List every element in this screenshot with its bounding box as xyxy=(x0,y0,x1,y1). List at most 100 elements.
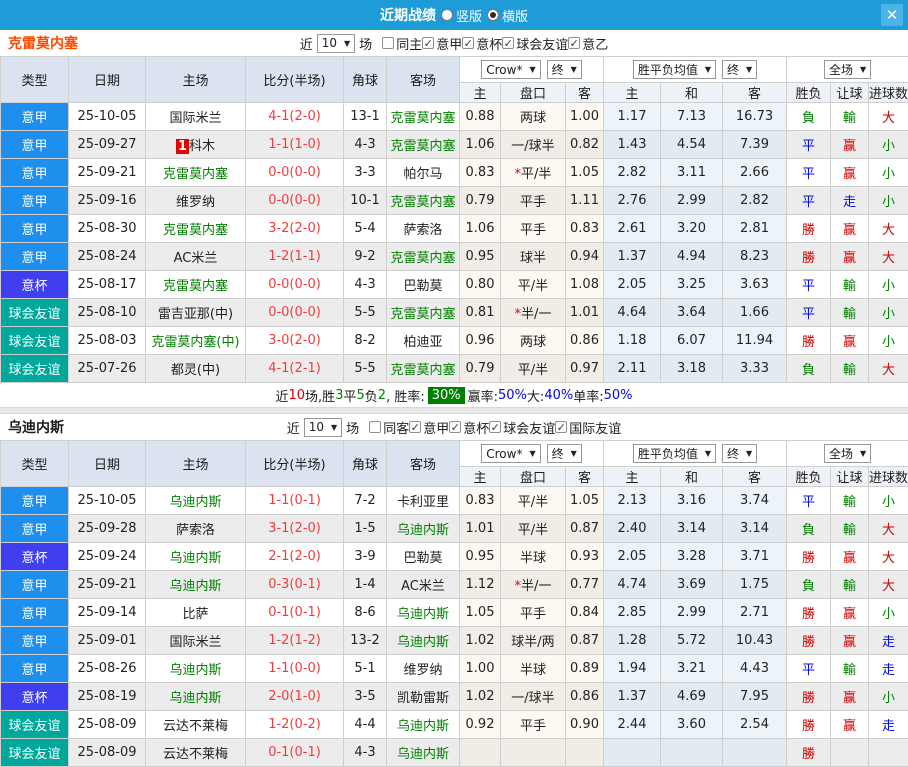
wdl-result-cell: 負 xyxy=(787,571,831,599)
away-team-cell[interactable]: AC米兰 xyxy=(387,571,460,599)
corner-cell: 3-9 xyxy=(344,543,387,571)
bookmaker-select[interactable]: Crow* ▼ xyxy=(481,60,540,79)
avg-odds-select[interactable]: 胜平负均值 ▼ xyxy=(633,444,716,463)
away-team-cell[interactable]: 卡利亚里 xyxy=(387,487,460,515)
filter-checkbox-意甲[interactable]: ✓意甲 xyxy=(409,418,449,437)
avg-home-cell: 1.43 xyxy=(604,131,661,159)
away-team-cell[interactable]: 克雷莫内塞 xyxy=(387,187,460,215)
away-team-cell[interactable]: 乌迪内斯 xyxy=(387,739,460,767)
away-odds-cell: 0.90 xyxy=(566,711,604,739)
date-cell: 25-08-26 xyxy=(69,655,146,683)
away-team-cell[interactable]: 克雷莫内塞 xyxy=(387,131,460,159)
away-team-cell[interactable]: 维罗纳 xyxy=(387,655,460,683)
away-team-cell[interactable]: 凯勒雷斯 xyxy=(387,683,460,711)
away-team-cell[interactable]: 乌迪内斯 xyxy=(387,627,460,655)
match-count-select[interactable]: 10 ▼ xyxy=(317,34,355,53)
home-team-cell[interactable]: 云达不莱梅 xyxy=(146,739,246,767)
col-header-corner: 角球 xyxy=(344,441,387,487)
summary-segment: 40% xyxy=(544,388,573,403)
home-team-cell[interactable]: 乌迪内斯 xyxy=(146,543,246,571)
home-team-cell[interactable]: 克雷莫内塞 xyxy=(146,271,246,299)
scope-select[interactable]: 全场 ▼ xyxy=(824,444,871,463)
filter-checkbox-意杯[interactable]: ✓意杯 xyxy=(462,34,502,53)
home-team-cell[interactable]: 雷吉亚那(中) xyxy=(146,299,246,327)
layout-radio-vertical[interactable]: 竖版 xyxy=(441,6,482,25)
away-team-cell[interactable]: 克雷莫内塞 xyxy=(387,355,460,383)
filter-checkbox-球会友谊[interactable]: ✓球会友谊 xyxy=(489,418,555,437)
col-header-away: 客场 xyxy=(387,57,460,103)
close-icon[interactable]: ✕ xyxy=(881,4,903,26)
filter-checkbox-球会友谊[interactable]: ✓球会友谊 xyxy=(502,34,568,53)
col-header-home: 主场 xyxy=(146,441,246,487)
handicap-result-cell: 赢 xyxy=(831,543,869,571)
avg-draw-cell: 4.69 xyxy=(661,683,723,711)
home-team-cell[interactable]: 乌迪内斯 xyxy=(146,683,246,711)
home-team-cell[interactable]: 克雷莫内塞(中) xyxy=(146,327,246,355)
home-team-cell[interactable]: AC米兰 xyxy=(146,243,246,271)
home-team-cell[interactable]: 国际米兰 xyxy=(146,103,246,131)
home-team-cell[interactable]: 乌迪内斯 xyxy=(146,655,246,683)
filter-checkbox-label: 意杯 xyxy=(463,418,489,437)
away-team-cell[interactable]: 乌迪内斯 xyxy=(387,515,460,543)
away-team-cell[interactable]: 柏迪亚 xyxy=(387,327,460,355)
filter-checkbox-意杯[interactable]: ✓意杯 xyxy=(449,418,489,437)
avg-draw-cell: 7.13 xyxy=(661,103,723,131)
checked-checkbox-icon: ✓ xyxy=(568,37,580,49)
table-row: 意甲25-09-21乌迪内斯0-3(0-1)1-4AC米兰1.12*半/一0.7… xyxy=(1,571,908,599)
away-team-cell[interactable]: 乌迪内斯 xyxy=(387,711,460,739)
filter-checkbox-意甲[interactable]: ✓意甲 xyxy=(422,34,462,53)
avg-home-cell xyxy=(604,739,661,767)
corner-cell: 4-3 xyxy=(344,739,387,767)
avg-final-select[interactable]: 终 ▼ xyxy=(722,444,757,463)
home-team-cell[interactable]: 乌迪内斯 xyxy=(146,571,246,599)
filter-checkbox-国际友谊[interactable]: ✓国际友谊 xyxy=(555,418,621,437)
goals-result-cell: 小 xyxy=(869,683,908,711)
match-count-select[interactable]: 10 ▼ xyxy=(304,418,342,437)
away-team-cell[interactable]: 帕尔马 xyxy=(387,159,460,187)
filter-checkbox-意乙[interactable]: ✓意乙 xyxy=(568,34,608,53)
date-cell: 25-09-01 xyxy=(69,627,146,655)
scope-select[interactable]: 全场 ▼ xyxy=(824,60,871,79)
away-team-cell[interactable]: 克雷莫内塞 xyxy=(387,243,460,271)
odds-final-select[interactable]: 终 ▼ xyxy=(547,444,582,463)
avg-draw-cell: 3.28 xyxy=(661,543,723,571)
home-team-cell[interactable]: 乌迪内斯 xyxy=(146,487,246,515)
wdl-result-cell: 負 xyxy=(787,103,831,131)
home-team-cell[interactable]: 克雷莫内塞 xyxy=(146,159,246,187)
avg-final-select[interactable]: 终 ▼ xyxy=(722,60,757,79)
avg-odds-select[interactable]: 胜平负均值 ▼ xyxy=(633,60,716,79)
odds-final-select[interactable]: 终 ▼ xyxy=(547,60,582,79)
away-team-cell[interactable]: 克雷莫内塞 xyxy=(387,299,460,327)
col-header-goals: 进球数 xyxy=(869,83,908,103)
away-team-cell[interactable]: 巴勒莫 xyxy=(387,543,460,571)
checked-checkbox-icon: ✓ xyxy=(462,37,474,49)
away-team-cell[interactable]: 萨索洛 xyxy=(387,215,460,243)
home-team-cell[interactable]: 1科木 xyxy=(146,131,246,159)
filter-checkbox-同主[interactable]: 同主 xyxy=(382,34,422,53)
wdl-result-cell: 負 xyxy=(787,515,831,543)
home-team-cell[interactable]: 萨索洛 xyxy=(146,515,246,543)
avg-select-cell: 胜平负均值 ▼ 终 ▼ xyxy=(604,441,787,467)
date-cell: 25-09-16 xyxy=(69,187,146,215)
home-team-cell[interactable]: 维罗纳 xyxy=(146,187,246,215)
home-team-cell[interactable]: 国际米兰 xyxy=(146,627,246,655)
away-team-cell[interactable]: 乌迪内斯 xyxy=(387,599,460,627)
layout-radio-horizontal[interactable]: 横版 xyxy=(487,6,528,25)
bookmaker-select[interactable]: Crow* ▼ xyxy=(481,444,540,463)
away-team-cell[interactable]: 巴勒莫 xyxy=(387,271,460,299)
avg-away-cell: 4.43 xyxy=(723,655,787,683)
score-cell: 0-0(0-0) xyxy=(246,299,344,327)
games-label: 场 xyxy=(359,34,372,53)
date-cell: 25-08-17 xyxy=(69,271,146,299)
wdl-result-cell: 平 xyxy=(787,655,831,683)
home-team-cell[interactable]: 云达不莱梅 xyxy=(146,711,246,739)
avg-away-cell: 3.63 xyxy=(723,271,787,299)
table-row: 意甲25-09-01国际米兰1-2(1-2)13-2乌迪内斯1.02球半/两0.… xyxy=(1,627,908,655)
handicap-line-cell: 半球 xyxy=(501,543,566,571)
home-team-cell[interactable]: 比萨 xyxy=(146,599,246,627)
filter-checkbox-同客[interactable]: 同客 xyxy=(369,418,409,437)
home-team-cell[interactable]: 都灵(中) xyxy=(146,355,246,383)
scope-value: 全场 xyxy=(829,61,853,78)
home-team-cell[interactable]: 克雷莫内塞 xyxy=(146,215,246,243)
away-team-cell[interactable]: 克雷莫内塞 xyxy=(387,103,460,131)
